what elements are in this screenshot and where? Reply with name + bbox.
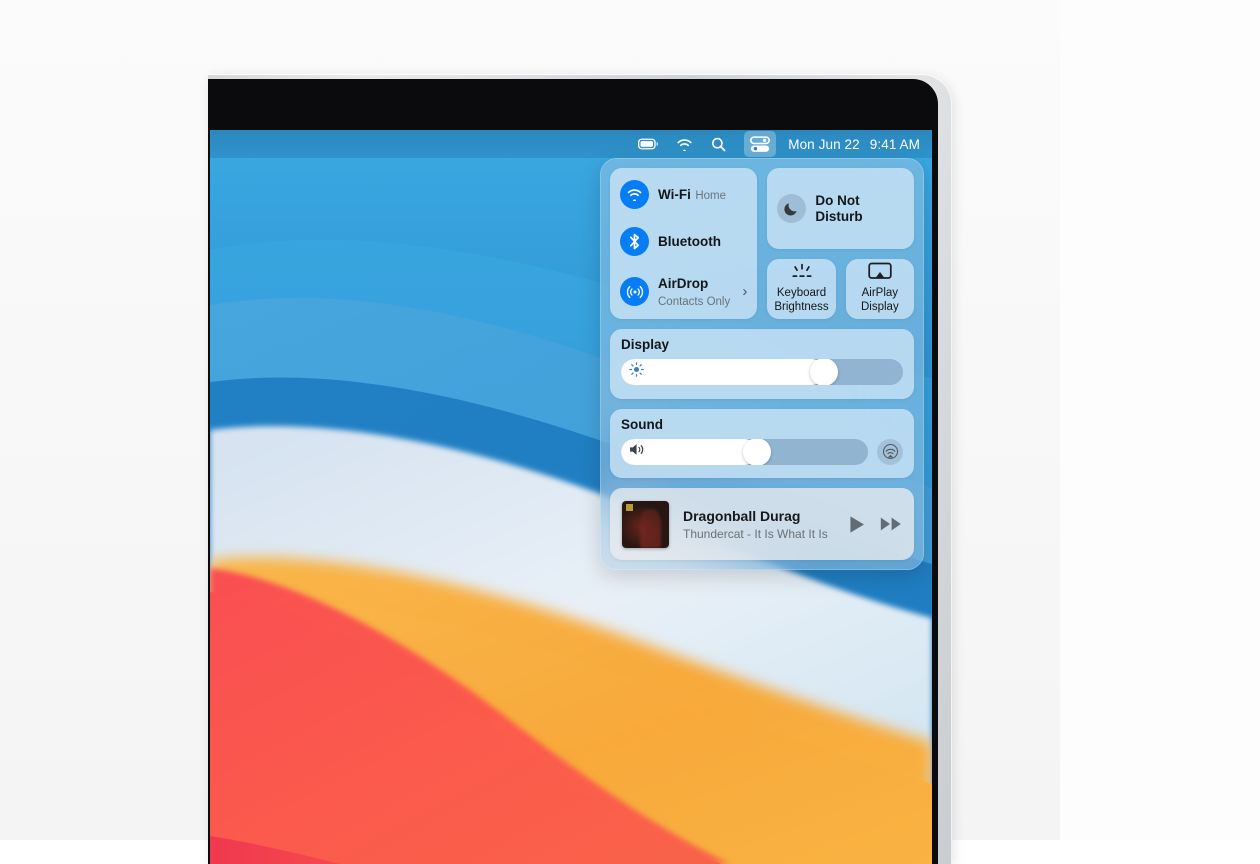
wifi-network-name: Home (695, 189, 727, 202)
wifi-icon[interactable] (676, 133, 693, 155)
now-playing-module: Dragonball Durag Thundercat - It Is What… (610, 488, 914, 560)
dnd-line-1: Do Not (815, 192, 860, 208)
wifi-row[interactable]: Wi-Fi Home (620, 180, 747, 209)
control-center-icon[interactable] (744, 131, 777, 157)
display-title: Display (621, 337, 670, 353)
display-module: Display (610, 329, 914, 399)
macbook-device: Mon Jun 22 9:41 AM Wi-Fi Home Bluetooth … (200, 74, 952, 864)
airplay-audio-icon[interactable] (877, 438, 903, 465)
bluetooth-icon (620, 227, 649, 257)
macos-desktop-screen: Mon Jun 22 9:41 AM Wi-Fi Home Bluetooth … (210, 130, 932, 864)
wifi-icon (620, 180, 649, 209)
airdrop-row[interactable]: AirDrop Contacts Only › (620, 275, 747, 310)
ap-line-2: Display (860, 301, 899, 314)
quick-tiles-row: Keyboard Brightness AirPlay Display (767, 259, 915, 320)
now-playing-track-title: Dragonball Durag (683, 507, 801, 524)
sound-module: Sound (610, 408, 914, 479)
display-brightness-slider[interactable] (621, 359, 903, 386)
kb-line-1: Keyboard (776, 287, 827, 300)
kb-line-2: Brightness (774, 301, 829, 314)
airdrop-label: AirDrop (658, 275, 709, 291)
keyboard-brightness-tile[interactable]: Keyboard Brightness (767, 259, 836, 320)
bluetooth-row[interactable]: Bluetooth (620, 227, 747, 257)
sound-title: Sound (621, 416, 663, 432)
play-icon[interactable] (848, 515, 866, 534)
keyboard-brightness-icon (789, 259, 815, 285)
menu-bar: Mon Jun 22 9:41 AM (210, 130, 932, 158)
bluetooth-label: Bluetooth (658, 234, 721, 250)
display-slider-knob[interactable] (810, 359, 839, 386)
display-slider-fill (621, 359, 825, 386)
airplay-display-icon (868, 259, 892, 285)
album-artwork (622, 500, 669, 548)
menu-bar-clock[interactable]: Mon Jun 22 9:41 AM (788, 137, 920, 152)
brightness-icon (629, 362, 644, 382)
sound-volume-slider[interactable] (621, 438, 868, 465)
sound-slider-row (621, 438, 903, 465)
menu-bar-time: 9:41 AM (869, 136, 920, 152)
battery-icon[interactable] (638, 133, 659, 155)
control-center-right-column: Do Not Disturb Keyboard Brightness AirPl… (767, 168, 915, 320)
control-center-top-row: Wi-Fi Home Bluetooth AirDrop Contacts On… (610, 168, 915, 320)
menu-bar-date: Mon Jun 22 (788, 136, 860, 152)
speaker-icon (629, 442, 646, 461)
airplay-display-label: AirPlay Display (861, 287, 899, 314)
moon-icon (777, 194, 807, 223)
display-slider-row (621, 359, 903, 386)
now-playing-artist-album: Thundercat - It Is What It Is (683, 526, 828, 541)
ap-line-1: AirPlay (861, 287, 899, 300)
sound-slider-knob[interactable] (742, 438, 771, 465)
airdrop-icon (620, 277, 649, 307)
chevron-right-icon[interactable]: › (742, 284, 747, 299)
dnd-line-2: Disturb (815, 208, 863, 224)
search-icon[interactable] (711, 133, 726, 155)
do-not-disturb-label: Do Not Disturb (815, 193, 862, 225)
control-center-panel: Wi-Fi Home Bluetooth AirDrop Contacts On… (600, 158, 924, 570)
airplay-display-tile[interactable]: AirPlay Display (845, 259, 915, 320)
keyboard-brightness-label: Keyboard Brightness (774, 287, 828, 314)
airdrop-mode: Contacts Only (658, 295, 731, 308)
fast-forward-icon[interactable] (880, 516, 902, 532)
now-playing-controls (848, 515, 902, 534)
wifi-label: Wi-Fi (658, 186, 691, 202)
now-playing-text: Dragonball Durag Thundercat - It Is What… (683, 508, 838, 541)
connectivity-module: Wi-Fi Home Bluetooth AirDrop Contacts On… (610, 168, 758, 320)
do-not-disturb-module[interactable]: Do Not Disturb (767, 168, 914, 249)
